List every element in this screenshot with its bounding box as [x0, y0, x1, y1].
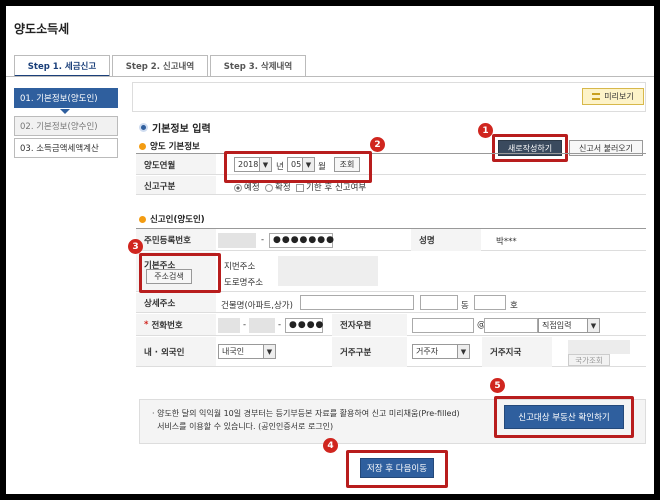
- bullet-icon: [139, 142, 146, 150]
- annotation-badge-3: 3: [128, 239, 143, 254]
- phone-part3-masked: ●●●●: [289, 320, 325, 330]
- table-row: [136, 176, 646, 195]
- tab-step3[interactable]: Step 3. 삭제내역: [210, 55, 306, 77]
- late-filing-checkbox[interactable]: [296, 183, 305, 192]
- sidebar-item-seller-info[interactable]: 01. 기본정보(양도인): [14, 88, 118, 108]
- annotation-box-5: [494, 396, 634, 438]
- chevron-down-icon: ▼: [587, 319, 599, 332]
- app-window: 양도소득세 Step 1. 세금신고 Step 2. 신고내역 Step 3. …: [6, 6, 654, 494]
- annotation-box-4: [346, 450, 448, 488]
- residence-country-field: [568, 340, 630, 354]
- phone-part1-masked: [218, 318, 240, 333]
- residency-label: 거주구분: [332, 337, 407, 367]
- address-masked: [278, 256, 378, 286]
- name-label: 성명: [411, 229, 481, 251]
- chevron-down-icon: ▼: [263, 345, 275, 358]
- chevron-down-icon: ▼: [457, 345, 469, 358]
- residence-country-label: 거주지국: [482, 337, 552, 367]
- radio-scheduled[interactable]: [234, 183, 242, 192]
- sub-filer-heading: 신고인(양도인): [139, 213, 205, 225]
- section-basic-heading: 기본정보 입력: [139, 120, 211, 135]
- phone-dash: -: [243, 320, 247, 330]
- annotation-badge-1: 1: [478, 123, 493, 138]
- radio-final-label: 확정: [275, 183, 291, 193]
- annotation-badge-5: 5: [490, 378, 505, 393]
- sub-transfer-title: 양도 기본정보: [150, 142, 200, 152]
- table-row: [136, 229, 646, 251]
- nationality-select[interactable]: 내국인 ▼: [218, 344, 276, 359]
- residency-value: 거주자: [416, 347, 439, 356]
- name-value: 박***: [496, 237, 517, 247]
- ho-label: 호: [510, 301, 518, 311]
- resident-front-masked: [218, 233, 256, 248]
- annotation-badge-2: 2: [370, 137, 385, 152]
- email-id-field[interactable]: [412, 318, 474, 333]
- annotation-badge-4: 4: [323, 438, 338, 453]
- toolbar: [132, 82, 646, 112]
- preview-button[interactable]: 미리보기: [582, 88, 644, 105]
- email-domain-value: 직접입력: [542, 321, 572, 330]
- phone-part2-masked: [249, 318, 275, 333]
- sub-filer-title: 신고인(양도인): [150, 215, 205, 225]
- road-address-label: 도로명주소: [224, 278, 264, 288]
- filing-type-options: 예정 확정 기한 후 신고여부: [234, 181, 366, 193]
- dong-field[interactable]: [420, 295, 458, 310]
- sub-transfer-heading: 양도 기본정보: [139, 140, 200, 152]
- sidebar-item-buyer-info[interactable]: 02. 기본정보(양수인): [14, 116, 118, 136]
- tab-step1[interactable]: Step 1. 세금신고: [14, 55, 110, 77]
- tab-divider: [6, 76, 654, 77]
- residency-select[interactable]: 거주자 ▼: [412, 344, 470, 359]
- phone-dash: -: [278, 320, 282, 330]
- resident-dash: -: [261, 235, 265, 245]
- notice-text: · 양도한 달의 익익월 10일 경부터는 등기부등본 자료를 활용하여 신고 …: [152, 409, 460, 431]
- email-domain-select[interactable]: 직접입력 ▼: [538, 318, 600, 333]
- resident-back-masked: ●●●●●●●: [273, 235, 335, 245]
- ho-field[interactable]: [474, 295, 506, 310]
- detail-address-field[interactable]: [300, 295, 414, 310]
- detail-address-placeholder: 건물명(아파트,상가): [221, 301, 293, 311]
- list-icon: [592, 93, 601, 100]
- section-bullet-icon: [139, 123, 148, 132]
- sidebar-item-tax-calc[interactable]: 03. 소득금액세액계산: [14, 138, 118, 158]
- table-row: [136, 154, 646, 175]
- page-title: 양도소득세: [14, 22, 70, 36]
- nationality-value: 내국인: [222, 347, 245, 356]
- dong-label: 동: [461, 301, 469, 311]
- late-filing-label: 기한 후 신고여부: [306, 183, 367, 193]
- bullet-icon: [139, 215, 146, 223]
- preview-button-label: 미리보기: [604, 92, 634, 101]
- tab-step2[interactable]: Step 2. 신고내역: [112, 55, 208, 77]
- section-basic-title: 기본정보 입력: [152, 124, 211, 135]
- email-label: 전자우편: [332, 314, 407, 336]
- annotation-box-3: [139, 253, 221, 293]
- email-domain-field[interactable]: [484, 318, 538, 333]
- sidebar-arrow-icon: [60, 109, 70, 114]
- jibun-address-label: 지번주소: [224, 262, 256, 272]
- country-search-button[interactable]: 국가조회: [568, 354, 610, 366]
- radio-scheduled-label: 예정: [244, 183, 260, 193]
- radio-final[interactable]: [265, 183, 274, 192]
